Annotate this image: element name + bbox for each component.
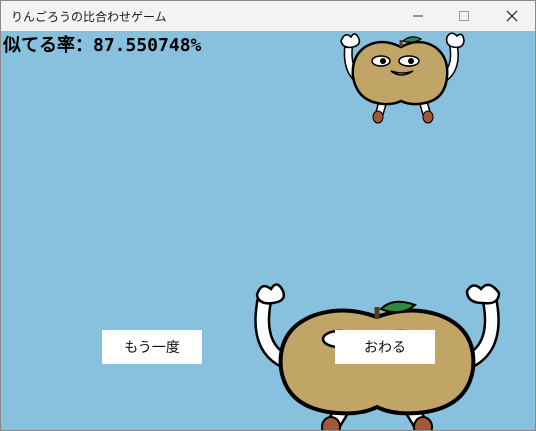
score-value: 87.550748% [93, 35, 202, 56]
target-apple-character [340, 32, 465, 124]
maximize-icon [459, 11, 469, 21]
game-canvas[interactable]: 似てる率：87.550748% もう一度 おわる [1, 31, 535, 430]
similarity-score: 似てる率：87.550748% [3, 31, 201, 57]
minimize-button[interactable] [395, 1, 441, 31]
maximize-button[interactable] [441, 1, 487, 31]
window-title: りんごろうの比合わせゲーム [11, 10, 167, 24]
title-bar[interactable]: りんごろうの比合わせゲーム [1, 1, 535, 31]
close-button[interactable] [489, 1, 535, 31]
score-label: 似てる率： [3, 35, 93, 56]
app-window: りんごろうの比合わせゲーム 似てる率：87.550748% もう一度 おわる [0, 0, 536, 431]
minimize-icon [413, 15, 423, 17]
play-again-button[interactable]: もう一度 [102, 330, 202, 364]
close-icon [506, 10, 518, 22]
quit-button[interactable]: おわる [335, 330, 435, 364]
